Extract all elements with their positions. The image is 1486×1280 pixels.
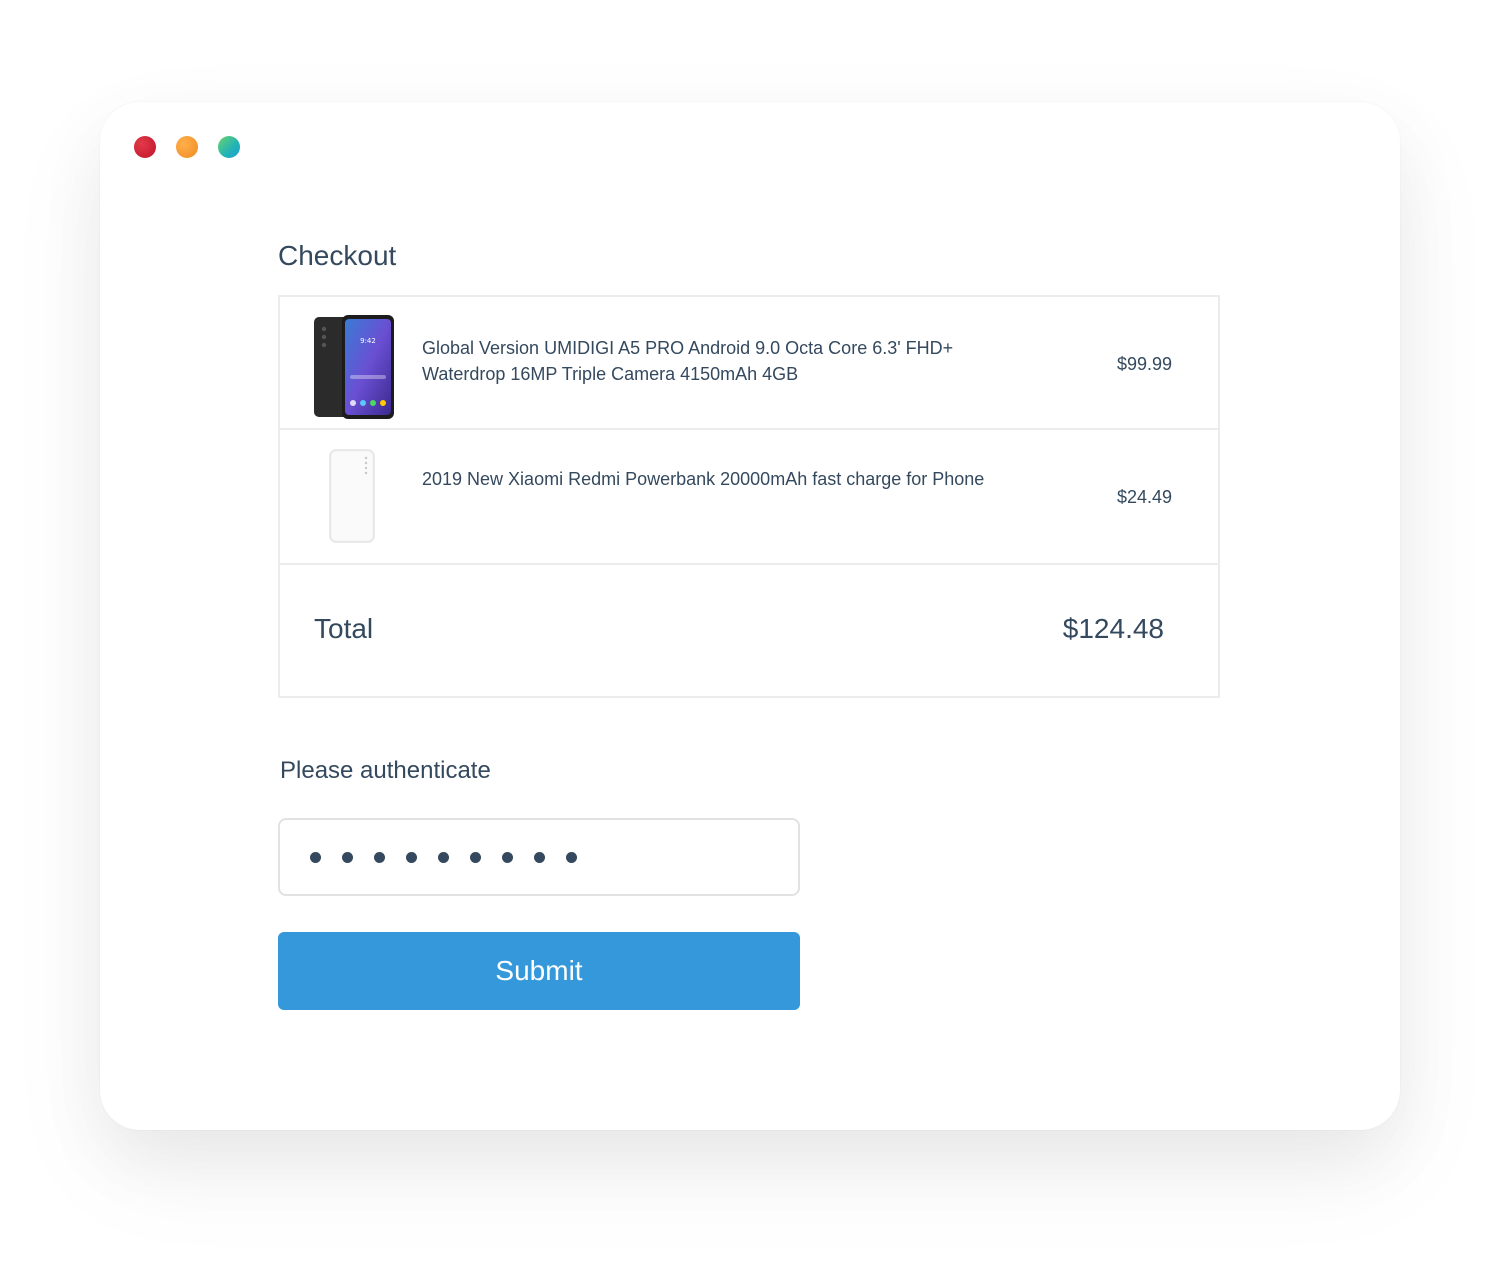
cart-item-name: Global Version UMIDIGI A5 PRO Android 9.… [422,338,954,384]
minimize-window-button[interactable] [176,136,198,158]
cart-item-name: 2019 New Xiaomi Redmi Powerbank 20000mAh… [422,469,985,489]
total-label: Total [314,613,374,644]
cart-item-row: 9:42 Global Version UMIDIGI A5 PRO Andro… [280,297,1218,430]
zoom-window-button[interactable] [218,136,240,158]
password-input[interactable] [278,818,800,896]
total-row: Total $124.48 [280,565,1218,698]
cart-item-row: 2019 New Xiaomi Redmi Powerbank 20000mAh… [280,430,1218,565]
total-value: $124.48 [1062,613,1164,644]
close-window-button[interactable] [134,136,156,158]
password-mask [310,852,577,863]
cart-item-price: $99.99 [1116,354,1172,374]
phone-clock: 9:42 [360,337,376,345]
cart-table: 9:42 Global Version UMIDIGI A5 PRO Andro… [278,295,1220,698]
password-mask-dot [374,852,385,863]
password-mask-dot [438,852,449,863]
submit-button[interactable]: Submit [278,932,800,1010]
page-title: Checkout [278,240,397,271]
password-mask-dot [470,852,481,863]
window-controls [134,136,240,158]
powerbank-icon [312,448,392,544]
password-mask-dot [310,852,321,863]
password-mask-dot [502,852,513,863]
password-mask-dot [534,852,545,863]
cart-item-price: $24.49 [1116,487,1172,507]
stage: Checkout 9:42 Global Version UMIDIGI A5 … [0,0,1486,1280]
auth-label: Please authenticate [280,757,491,784]
smartphone-icon: 9:42 [312,315,396,419]
password-mask-dot [406,852,417,863]
password-mask-dot [566,852,577,863]
password-mask-dot [342,852,353,863]
